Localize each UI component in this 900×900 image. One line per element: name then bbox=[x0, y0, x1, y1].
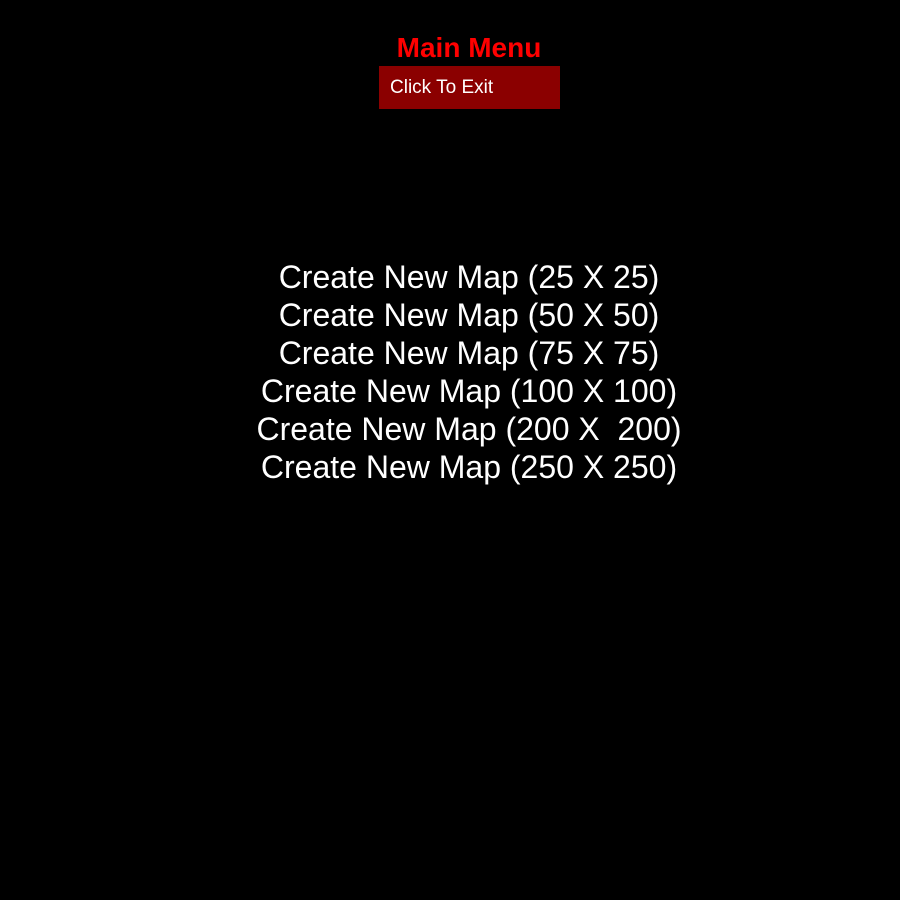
create-map-100-option[interactable]: Create New Map (100 X 100) bbox=[261, 372, 677, 410]
create-map-75-option[interactable]: Create New Map (75 X 75) bbox=[279, 334, 660, 372]
exit-button[interactable]: Click To Exit bbox=[379, 66, 560, 109]
page-title: Main Menu bbox=[396, 32, 542, 63]
create-map-25-option[interactable]: Create New Map (25 X 25) bbox=[279, 258, 660, 296]
create-map-50-option[interactable]: Create New Map (50 X 50) bbox=[279, 296, 660, 334]
map-options-list: Create New Map (25 X 25) Create New Map … bbox=[0, 258, 900, 486]
main-menu-screen: Main Menu Click To Exit Create New Map (… bbox=[0, 0, 900, 900]
create-map-250-option[interactable]: Create New Map (250 X 250) bbox=[261, 448, 677, 486]
create-map-200-option[interactable]: Create New Map (200 X 200) bbox=[256, 410, 681, 448]
